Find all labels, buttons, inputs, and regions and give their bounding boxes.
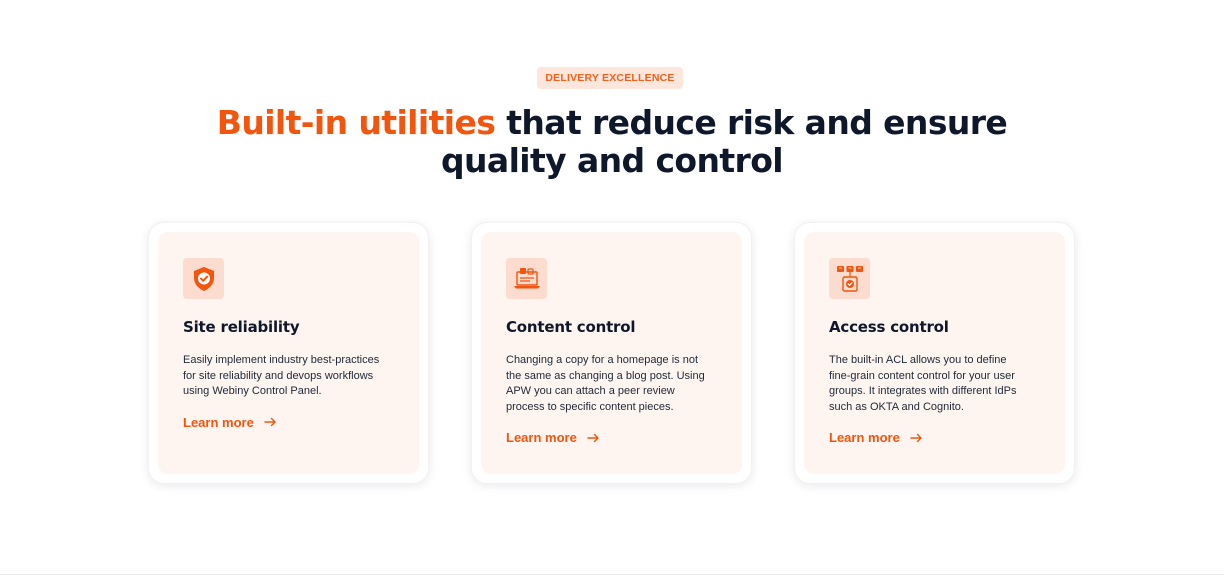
page: DELIVERY EXCELLENCE Built-in utilities t… [0, 0, 1224, 576]
card-description: Easily implement industry best-practices… [183, 354, 380, 398]
laptop-review-icon [506, 258, 547, 299]
card-body: Site reliability Easily implement indust… [158, 232, 419, 474]
headline-rest: that reduce risk and ensure [495, 103, 1008, 142]
learn-more-label: Learn more [829, 430, 900, 446]
headline-accent: Built-in utilities [216, 103, 496, 142]
arrow-right-icon [264, 418, 276, 427]
arrow-right-icon [910, 433, 922, 443]
learn-more-link[interactable]: Learn more [183, 415, 277, 430]
section-eyebrow-badge: DELIVERY EXCELLENCE [537, 67, 683, 89]
feature-card-access-control: Access control The built-in ACL allows y… [794, 222, 1075, 484]
section-headline: Built-in utilities that reduce risk and … [0, 104, 1224, 180]
feature-card-content-control: Content control Changing a copy for a ho… [471, 222, 752, 484]
card-body: Content control Changing a copy for a ho… [481, 232, 742, 474]
learn-more-link[interactable]: Learn more [506, 430, 600, 445]
feature-cards: Site reliability Easily implement indust… [148, 222, 1076, 484]
card-body: Access control The built-in ACL allows y… [804, 232, 1065, 474]
learn-more-label: Learn more [506, 430, 577, 446]
card-title: Access control [829, 318, 949, 336]
section-divider [0, 574, 1224, 575]
card-title: Content control [506, 318, 636, 336]
card-description: The built-in ACL allows you to define fi… [829, 354, 1017, 413]
access-grid-icon [829, 258, 870, 299]
learn-more-link[interactable]: Learn more [829, 430, 923, 445]
headline-line-2: quality and control [440, 141, 784, 180]
shield-check-icon [183, 258, 224, 299]
learn-more-label: Learn more [183, 414, 254, 430]
arrow-right-icon [587, 433, 599, 443]
feature-card-site-reliability: Site reliability Easily implement indust… [148, 222, 429, 484]
card-description: Changing a copy for a homepage is not th… [506, 354, 705, 413]
card-title: Site reliability [183, 318, 300, 336]
